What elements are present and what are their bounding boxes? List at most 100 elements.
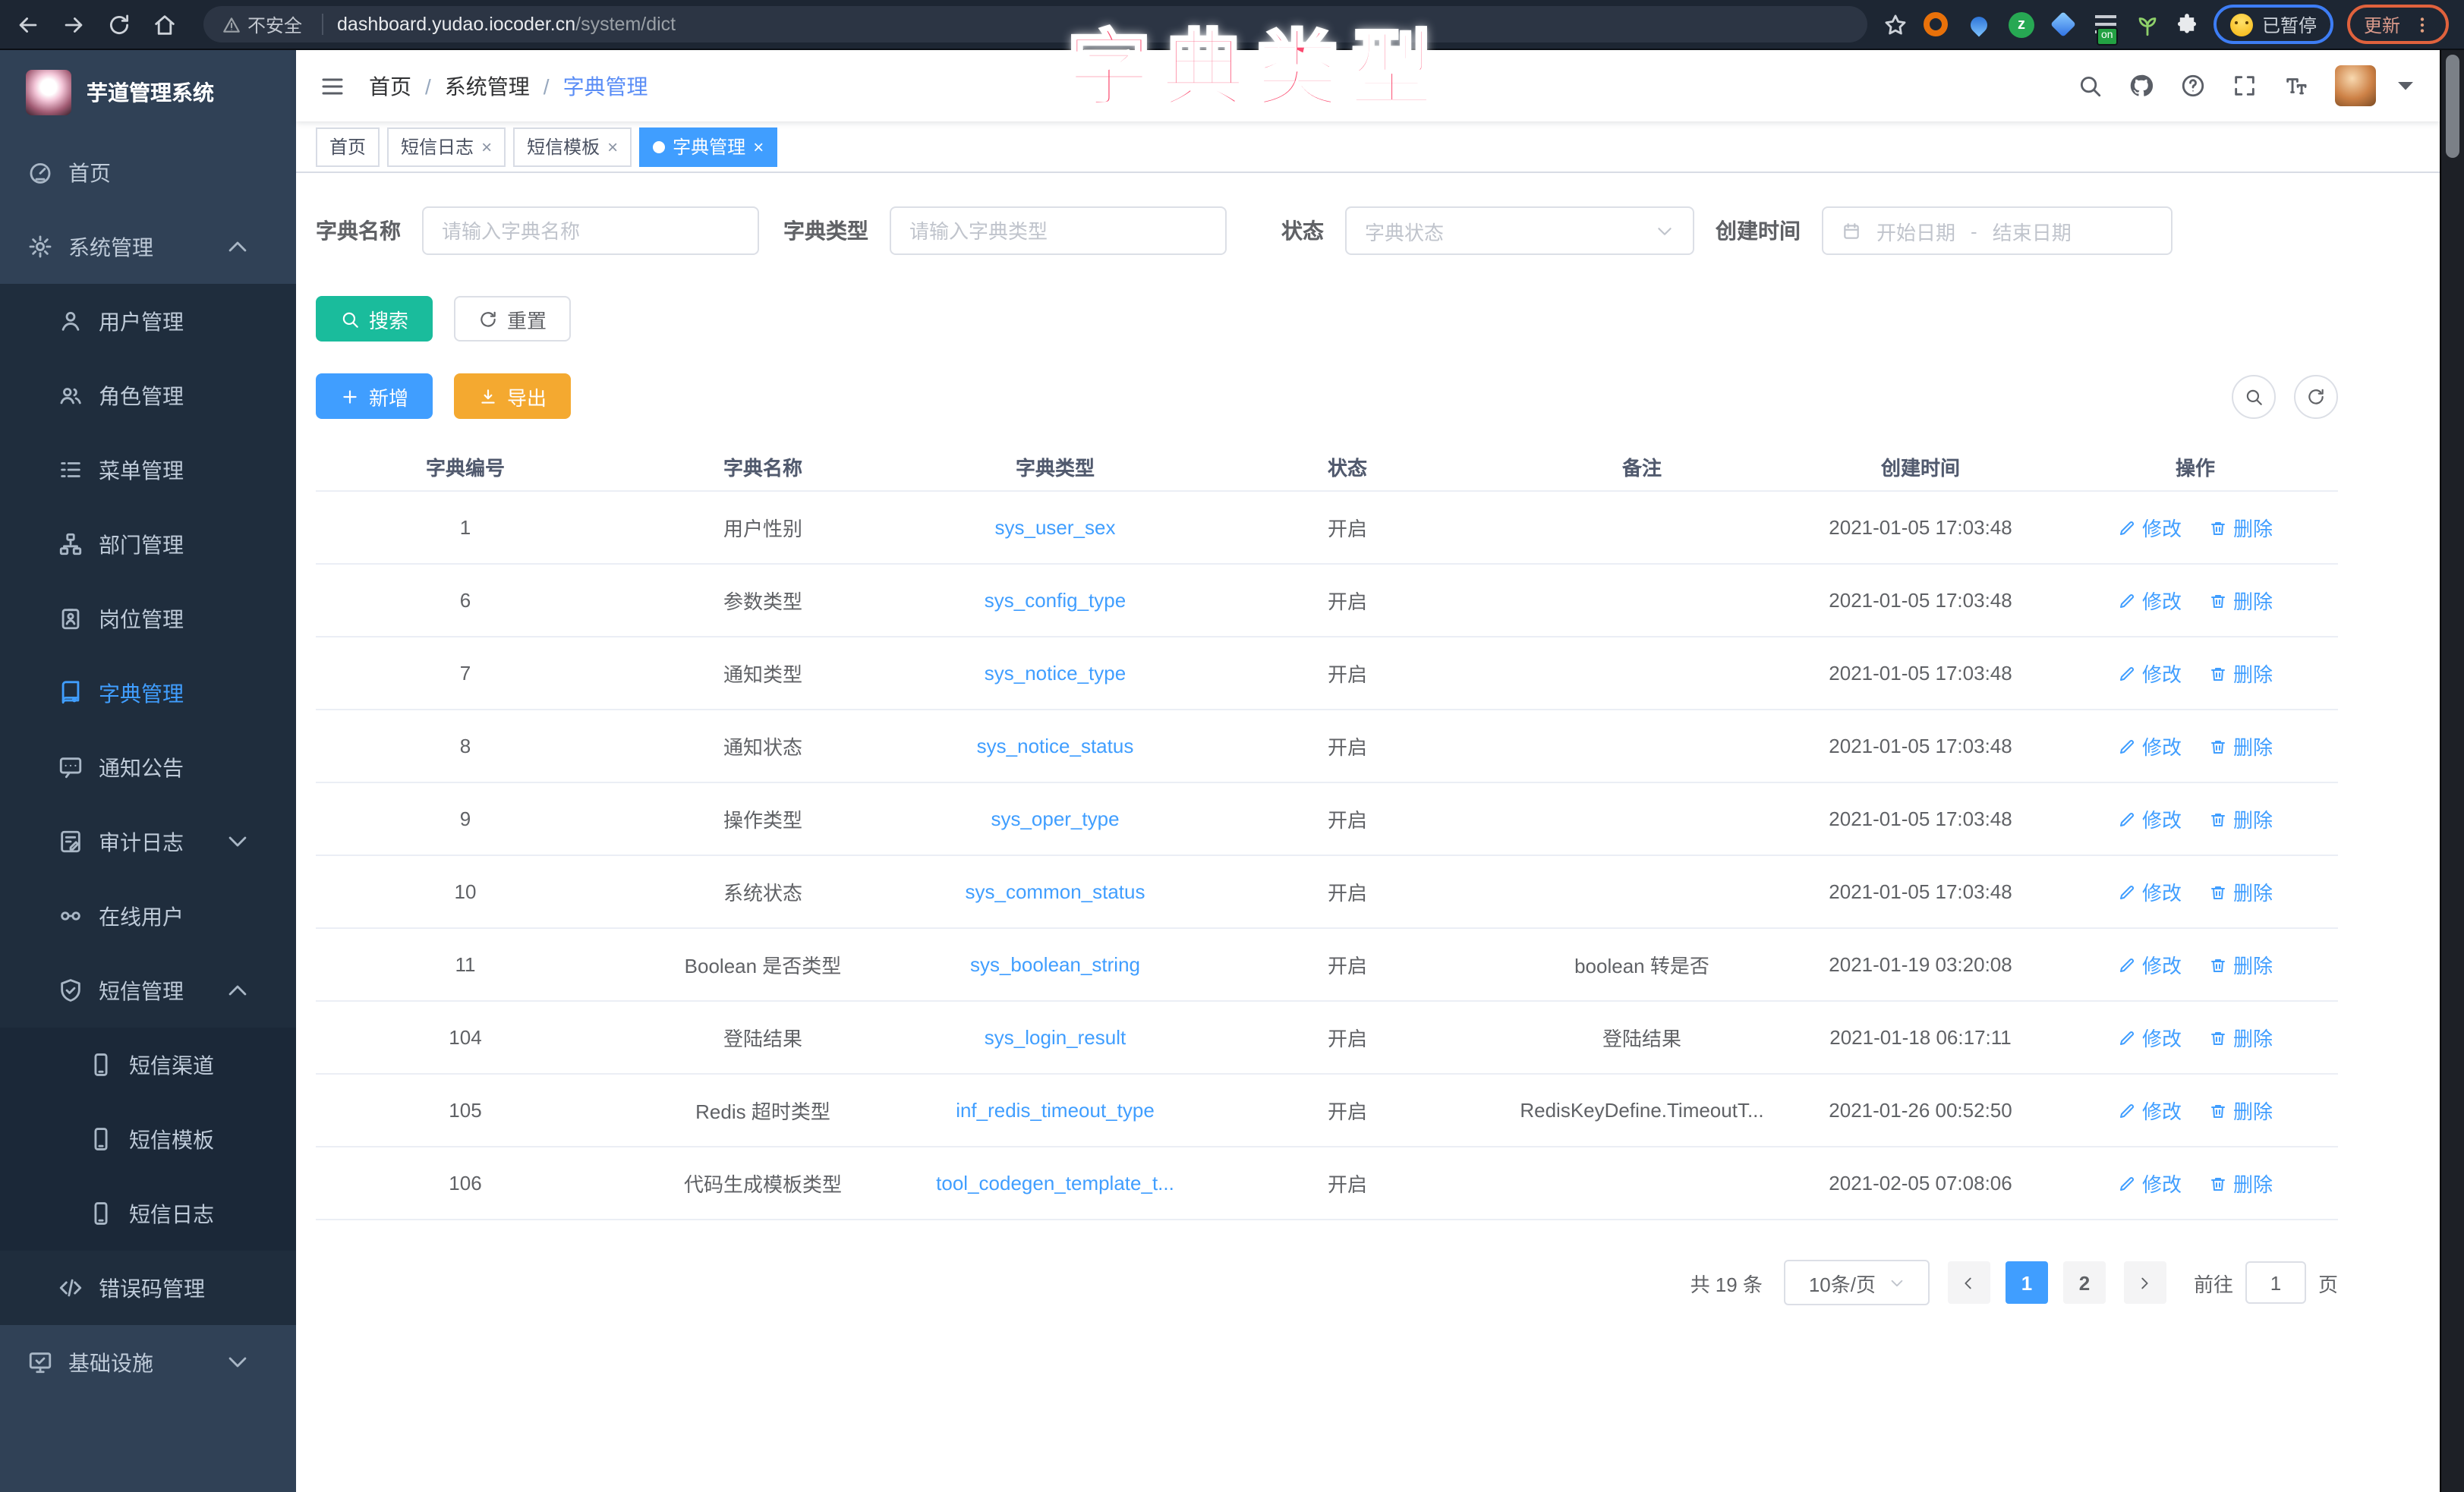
user-avatar[interactable]	[2335, 65, 2376, 106]
show-search-button[interactable]	[2232, 374, 2276, 418]
fullscreen-icon[interactable]	[2232, 73, 2258, 99]
extension-gem-icon[interactable]	[2050, 10, 2078, 39]
help-icon[interactable]	[2180, 73, 2206, 99]
tab-sms-log[interactable]: 短信日志×	[387, 127, 506, 166]
sidebar-item-home[interactable]: 首页	[0, 135, 296, 209]
delete-button[interactable]: 删除	[2209, 513, 2273, 542]
status-select[interactable]: 字典状态	[1345, 206, 1694, 255]
reset-button[interactable]: 重置	[454, 296, 571, 342]
delete-button[interactable]: 删除	[2209, 659, 2273, 688]
profile-paused-chip[interactable]: 已暂停	[2214, 5, 2333, 44]
sidebar-item-notice[interactable]: 通知公告	[0, 730, 296, 804]
browser-forward-icon[interactable]	[61, 11, 87, 37]
page-2[interactable]: 2	[2063, 1261, 2106, 1304]
breadcrumb-item[interactable]: 首页	[369, 71, 411, 101]
hamburger-icon[interactable]	[319, 72, 346, 99]
page-size-select[interactable]: 10条/页	[1784, 1260, 1930, 1305]
sidebar-item-infrastructure[interactable]: 基础设施	[0, 1325, 296, 1399]
delete-button[interactable]: 删除	[2209, 950, 2273, 979]
browser-home-icon[interactable]	[152, 11, 178, 37]
sidebar-item-sms-mgmt[interactable]: 短信管理	[0, 953, 296, 1028]
dict-type-link[interactable]: sys_login_result	[985, 1026, 1126, 1049]
dict-type-link[interactable]: sys_config_type	[985, 589, 1126, 612]
sidebar-item-online-users[interactable]: 在线用户	[0, 879, 296, 953]
prev-page-button[interactable]	[1948, 1261, 1990, 1304]
extension-donut-icon[interactable]	[1922, 10, 1951, 39]
dict-type-link[interactable]: inf_redis_timeout_type	[956, 1099, 1155, 1122]
close-icon[interactable]: ×	[753, 137, 764, 156]
sidebar-item-dept-mgmt[interactable]: 部门管理	[0, 507, 296, 581]
sidebar-item-audit-log[interactable]: 审计日志	[0, 804, 296, 879]
browser-menu-icon[interactable]	[2412, 14, 2432, 34]
tab-sms-template[interactable]: 短信模板×	[513, 127, 632, 166]
dict-name-input[interactable]	[422, 206, 759, 255]
scrollbar[interactable]	[2440, 50, 2464, 1492]
search-icon[interactable]	[2077, 73, 2103, 99]
dict-type-input[interactable]	[890, 206, 1227, 255]
dict-type-link[interactable]: sys_common_status	[966, 880, 1145, 903]
browser-back-icon[interactable]	[15, 11, 41, 37]
dict-type-link[interactable]: sys_notice_status	[977, 735, 1134, 757]
sidebar-item-system-mgmt[interactable]: 系统管理	[0, 209, 296, 284]
edit-button[interactable]: 修改	[2118, 950, 2182, 979]
page-1[interactable]: 1	[2006, 1261, 2048, 1304]
delete-button[interactable]: 删除	[2209, 877, 2273, 906]
sidebar-item-dict-mgmt[interactable]: 字典管理	[0, 656, 296, 730]
edit-button[interactable]: 修改	[2118, 586, 2182, 615]
tab-dict-mgmt[interactable]: 字典管理×	[639, 127, 777, 166]
address-bar[interactable]: 不安全 dashboard.yudao.iocoder.cn /system/d…	[203, 6, 1867, 42]
sidebar-item-sms-channel[interactable]: 短信渠道	[0, 1028, 296, 1102]
sidebar-item-error-code-mgmt[interactable]: 错误码管理	[0, 1251, 296, 1325]
sidebar-item-sms-template[interactable]: 短信模板	[0, 1102, 296, 1176]
dict-type-link[interactable]: tool_codegen_template_t...	[936, 1172, 1174, 1195]
browser-update-chip[interactable]: 更新	[2347, 5, 2449, 44]
export-button[interactable]: 导出	[454, 373, 571, 419]
edit-button[interactable]: 修改	[2118, 877, 2182, 906]
delete-button[interactable]: 删除	[2209, 732, 2273, 760]
sidebar-item-sms-log[interactable]: 短信日志	[0, 1176, 296, 1251]
dict-type-link[interactable]: sys_notice_type	[985, 662, 1126, 685]
github-icon[interactable]	[2128, 73, 2154, 99]
bookmark-star-icon[interactable]	[1883, 11, 1908, 37]
delete-button[interactable]: 删除	[2209, 804, 2273, 833]
dict-type-link[interactable]: sys_boolean_string	[970, 953, 1140, 976]
extension-green-icon[interactable]: z	[2007, 10, 2036, 39]
edit-button[interactable]: 修改	[2118, 804, 2182, 833]
extension-plant-icon[interactable]	[2135, 11, 2160, 37]
delete-button[interactable]: 删除	[2209, 1023, 2273, 1052]
extensions-puzzle-icon[interactable]	[2174, 11, 2200, 37]
close-icon[interactable]: ×	[607, 137, 618, 156]
font-size-icon[interactable]	[2283, 73, 2309, 99]
avatar-caret-icon[interactable]	[2393, 73, 2418, 99]
next-page-button[interactable]	[2124, 1261, 2166, 1304]
browser-reload-icon[interactable]	[106, 11, 132, 37]
sidebar-item-user-mgmt[interactable]: 用户管理	[0, 284, 296, 358]
edit-button[interactable]: 修改	[2118, 1023, 2182, 1052]
refresh-table-button[interactable]	[2294, 374, 2338, 418]
dict-type-link[interactable]: sys_oper_type	[991, 807, 1119, 830]
scrollbar-thumb[interactable]	[2446, 55, 2459, 158]
breadcrumb-item[interactable]: 系统管理	[445, 71, 530, 101]
dict-type-link[interactable]: sys_user_sex	[995, 516, 1116, 539]
delete-button[interactable]: 删除	[2209, 1096, 2273, 1125]
close-icon[interactable]: ×	[481, 137, 492, 156]
action-button-row: 新增 导出	[316, 373, 2338, 419]
delete-button[interactable]: 删除	[2209, 586, 2273, 615]
extension-list-icon[interactable]: on	[2092, 10, 2121, 39]
search-button[interactable]: 搜索	[316, 296, 433, 342]
delete-button[interactable]: 删除	[2209, 1169, 2273, 1198]
goto-page-input[interactable]	[2245, 1261, 2306, 1304]
edit-button[interactable]: 修改	[2118, 659, 2182, 688]
sidebar-item-label: 字典管理	[99, 678, 184, 708]
edit-button[interactable]: 修改	[2118, 1169, 2182, 1198]
extension-drop-icon[interactable]	[1965, 10, 1993, 39]
tab-home[interactable]: 首页	[316, 127, 380, 166]
sidebar-item-role-mgmt[interactable]: 角色管理	[0, 358, 296, 433]
edit-button[interactable]: 修改	[2118, 732, 2182, 760]
edit-button[interactable]: 修改	[2118, 1096, 2182, 1125]
sidebar-item-post-mgmt[interactable]: 岗位管理	[0, 581, 296, 656]
add-button[interactable]: 新增	[316, 373, 433, 419]
date-range-picker[interactable]: 开始日期 - 结束日期	[1822, 206, 2173, 255]
edit-button[interactable]: 修改	[2118, 513, 2182, 542]
sidebar-item-menu-mgmt[interactable]: 菜单管理	[0, 433, 296, 507]
